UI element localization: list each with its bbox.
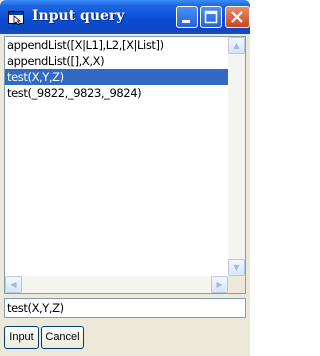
close-icon [231, 11, 243, 23]
minimize-icon [182, 20, 190, 23]
arrow-left-icon: ◀ [10, 280, 17, 289]
arrow-up-icon: ▲ [233, 41, 240, 50]
maximize-button[interactable] [200, 6, 222, 28]
scroll-left-button[interactable]: ◀ [5, 276, 22, 293]
input-button[interactable]: Input [4, 326, 39, 349]
query-input[interactable]: test(X,Y,Z) [4, 298, 246, 318]
minimize-button[interactable] [176, 6, 198, 28]
window-title: Input query [32, 8, 125, 24]
list-item[interactable]: test(_9822,_9823,_9824) [5, 85, 228, 101]
vertical-scrollbar[interactable]: ▲ ▼ [228, 37, 245, 276]
list-item[interactable]: appendList([],X,X) [5, 53, 228, 69]
query-window-icon [8, 9, 26, 26]
maximize-icon [204, 10, 218, 24]
query-list: appendList([X|L1],L2,[X|List]) appendLis… [5, 37, 228, 276]
scrollbar-corner [228, 276, 245, 293]
horizontal-scrollbar[interactable]: ◀ ▶ [5, 276, 228, 293]
scroll-down-button[interactable]: ▼ [228, 259, 245, 276]
title-bar[interactable]: Input query [0, 0, 250, 34]
arrow-right-icon: ▶ [216, 280, 223, 289]
scroll-right-button[interactable]: ▶ [211, 276, 228, 293]
dialog-body: appendList([X|L1],L2,[X|List]) appendLis… [4, 34, 246, 352]
list-item-selected[interactable]: test(X,Y,Z) [5, 69, 228, 85]
scroll-up-button[interactable]: ▲ [228, 37, 245, 54]
close-button[interactable] [225, 6, 250, 28]
cancel-button[interactable]: Cancel [41, 326, 84, 349]
arrow-down-icon: ▼ [233, 263, 240, 272]
input-query-window: Input query appendList([X|L1],L2,[X|List… [0, 0, 250, 356]
query-listbox[interactable]: appendList([X|L1],L2,[X|List]) appendLis… [4, 36, 246, 294]
list-item[interactable]: appendList([X|L1],L2,[X|List]) [5, 37, 228, 53]
